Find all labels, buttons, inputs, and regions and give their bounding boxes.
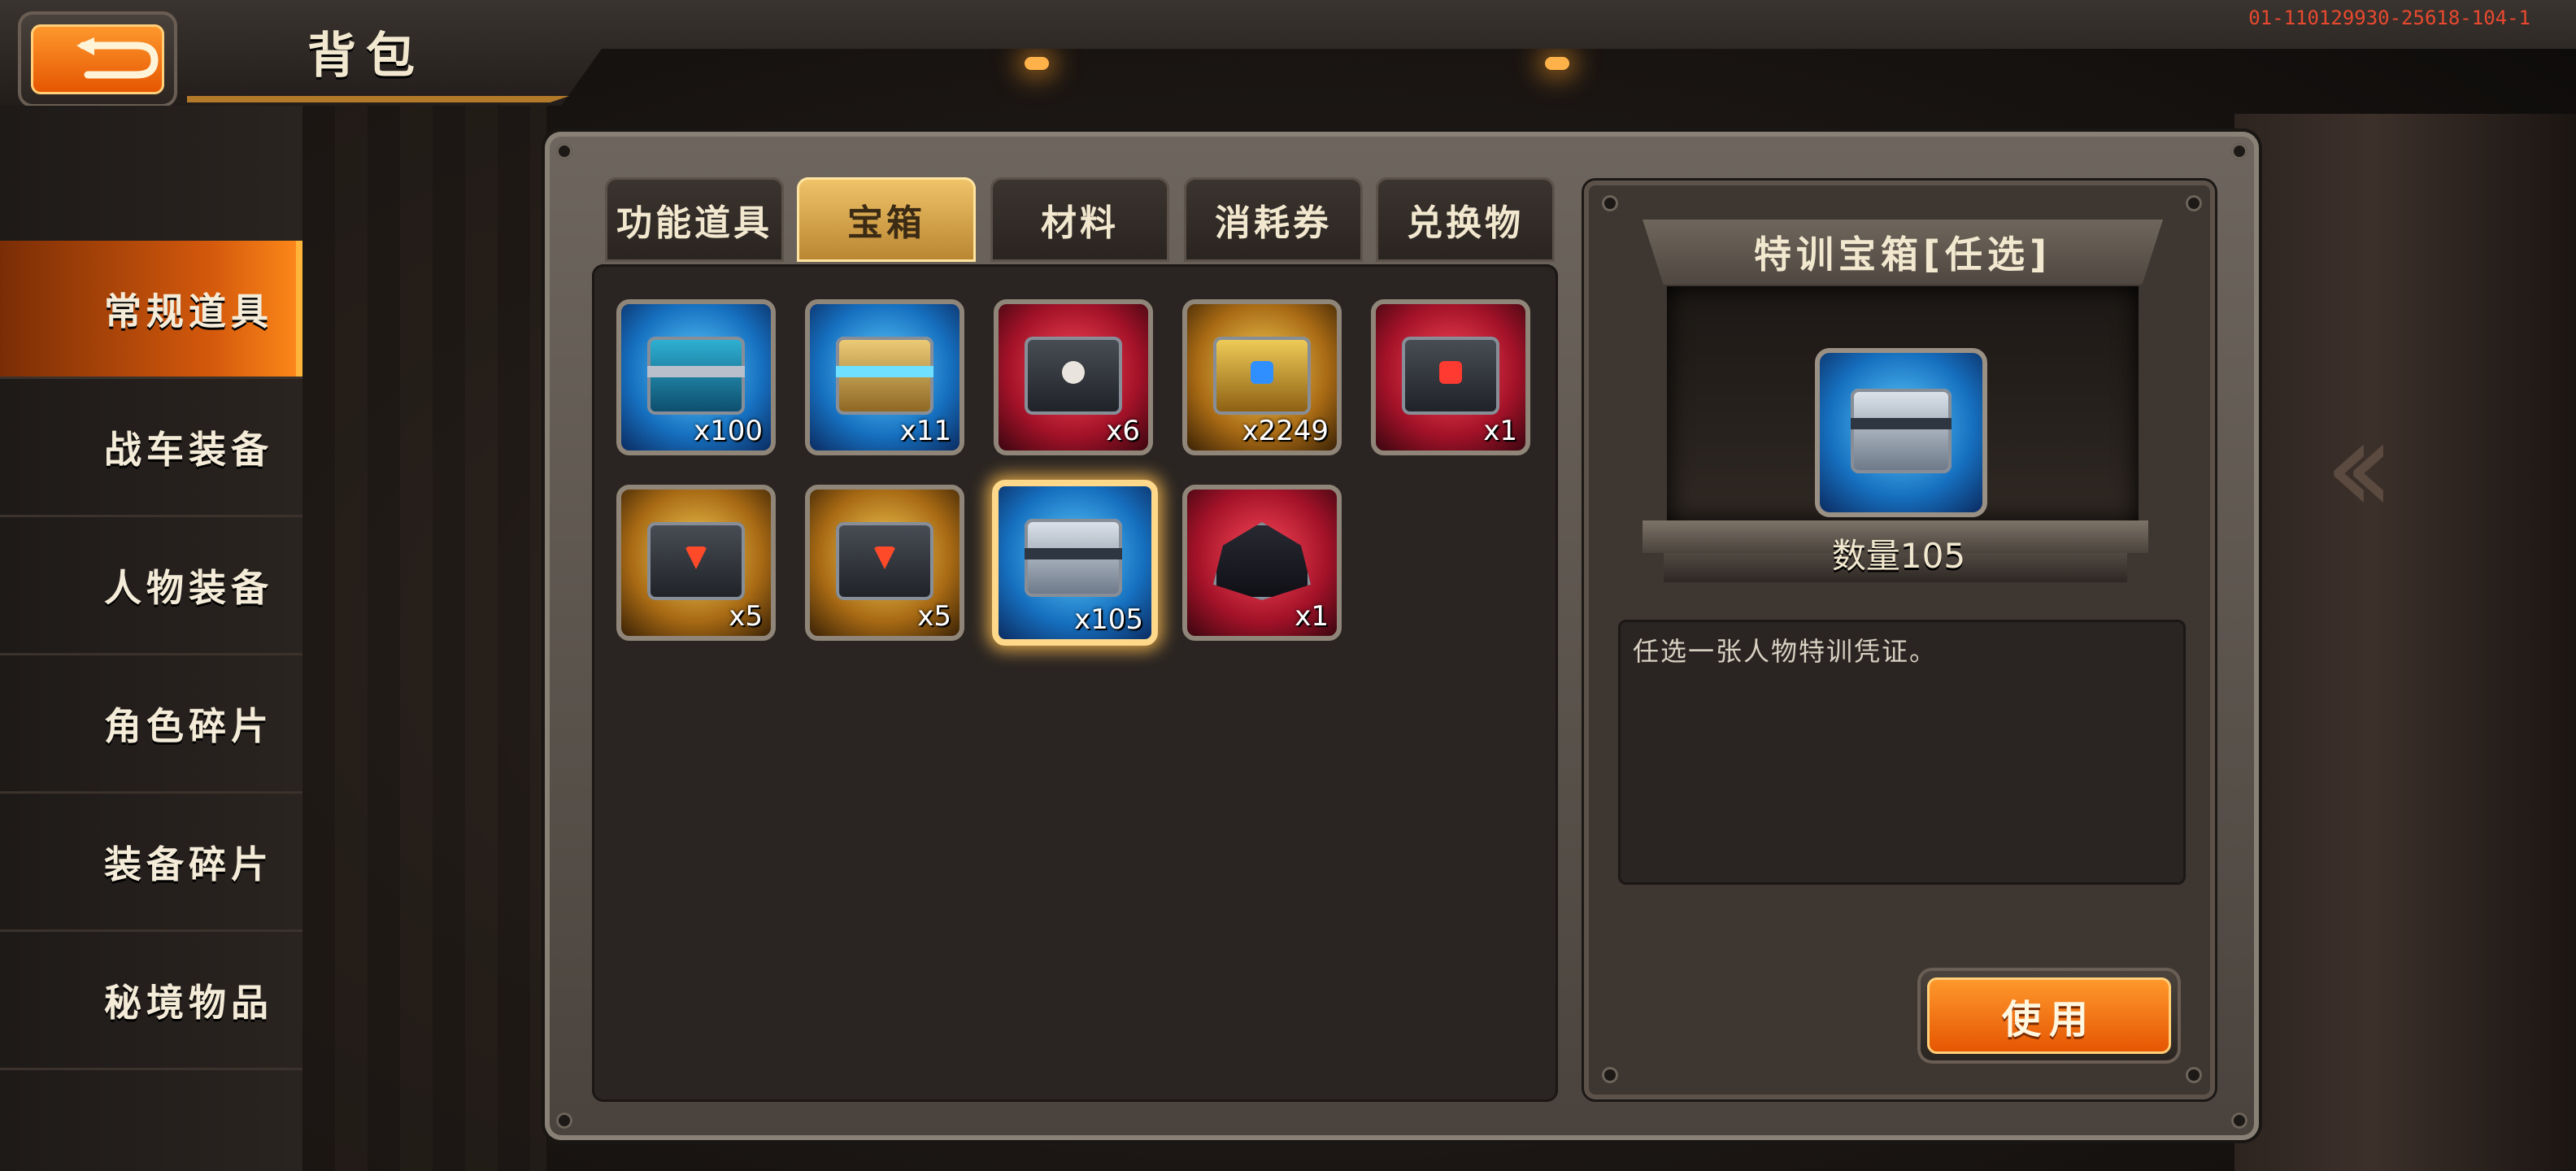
sidebar-item-label: 装备碎片 [104,842,273,886]
item-slot[interactable]: x1 [1182,485,1342,641]
rivet [2186,195,2202,211]
use-button-label: 使用 [2001,997,2096,1043]
sidebar-item-equipment-fragments[interactable]: 装备碎片 [0,794,302,932]
item-slot[interactable]: x2249 [1182,299,1342,455]
item-quantity: x5 [729,600,763,633]
page-title: 背包 [307,28,424,85]
gold-crate-icon [836,337,933,415]
use-button[interactable]: 使用 [1917,968,2181,1064]
sidebar-item-character-equipment[interactable]: 人物装备 [0,517,302,655]
tab-label: 消耗券 [1215,202,1332,244]
version-text: 01-110129930-25618-104-1 [2248,7,2530,29]
rivet [2231,143,2247,159]
item-quantity: x1 [1295,600,1329,633]
back-arrow-icon [76,37,159,79]
sidebar-item-regular-items[interactable]: 常规道具 [0,241,302,379]
background-light [1025,57,1049,70]
item-slot[interactable]: x5 [616,485,776,641]
dark-armor-icon [1213,522,1311,600]
item-quantity: x1 [1483,415,1517,447]
item-slot[interactable]: x6 [994,299,1153,455]
training-chest-icon [1025,519,1122,597]
sidebar-item-vehicle-equipment[interactable]: 战车装备 [0,379,302,517]
sidebar-item-label: 战车装备 [104,427,273,472]
item-slot[interactable]: x1 [1371,299,1530,455]
item-quantity: x5 [917,600,951,633]
top-bar-trim [187,96,569,102]
item-quantity: x2249 [1242,415,1329,447]
background-wall: ‹‹ [2234,114,2576,1171]
rivet [2186,1067,2202,1083]
tab-exchange-items[interactable]: 兑换物 [1376,177,1555,262]
sidebar-item-secret-realm-items[interactable]: 秘境物品 [0,932,302,1070]
item-slot[interactable]: x5 [805,485,964,641]
item-name-banner: 特训宝箱[任选] [1643,220,2163,285]
training-chest-icon [1851,389,1952,473]
item-quantity: x100 [693,415,763,447]
gold-box-icon [647,522,745,600]
background-light [1545,57,1569,70]
item-slot[interactable]: x11 [805,299,964,455]
sidebar-item-label: 常规道具 [104,289,273,333]
rivet [1602,195,1618,211]
sidebar-item-label: 人物装备 [104,565,273,610]
tab-label: 材料 [1041,202,1119,244]
rivet [1602,1067,1618,1083]
selected-item-preview [1815,348,1987,517]
blue-chest-icon [647,337,745,415]
sidebar-item-label: 秘境物品 [104,980,273,1025]
tab-function-items[interactable]: 功能道具 [605,177,784,262]
sidebar-item-label: 角色碎片 [104,703,273,748]
tab-label: 宝箱 [847,202,925,244]
tab-materials[interactable]: 材料 [990,177,1169,262]
gold-box-icon [836,522,933,600]
rivet [556,143,572,159]
item-count: 数量105 [1831,536,1966,576]
item-quantity: x105 [1073,603,1143,636]
item-name: 特训宝箱[任选] [1753,233,2052,276]
red-gem-box-icon [1402,337,1499,415]
tab-treasure-chests[interactable]: 宝箱 [797,177,976,262]
skull-box-icon [1025,337,1122,415]
item-slot[interactable]: x100 [616,299,776,455]
background-corridor [302,0,546,1171]
tab-coupons[interactable]: 消耗券 [1184,177,1363,262]
rivet [2231,1112,2247,1129]
tab-label: 功能道具 [616,202,772,244]
item-quantity: x11 [899,415,951,447]
rivet [556,1112,572,1129]
sidebar-item-character-fragments[interactable]: 角色碎片 [0,655,302,794]
blue-orb-chest-icon [1213,337,1311,415]
back-button[interactable] [18,11,177,107]
item-quantity: x6 [1106,415,1140,447]
item-description: 任选一张人物特训凭证。 [1633,636,1938,667]
item-slot-selected[interactable]: x105 [992,480,1158,646]
tab-label: 兑换物 [1407,202,1524,244]
